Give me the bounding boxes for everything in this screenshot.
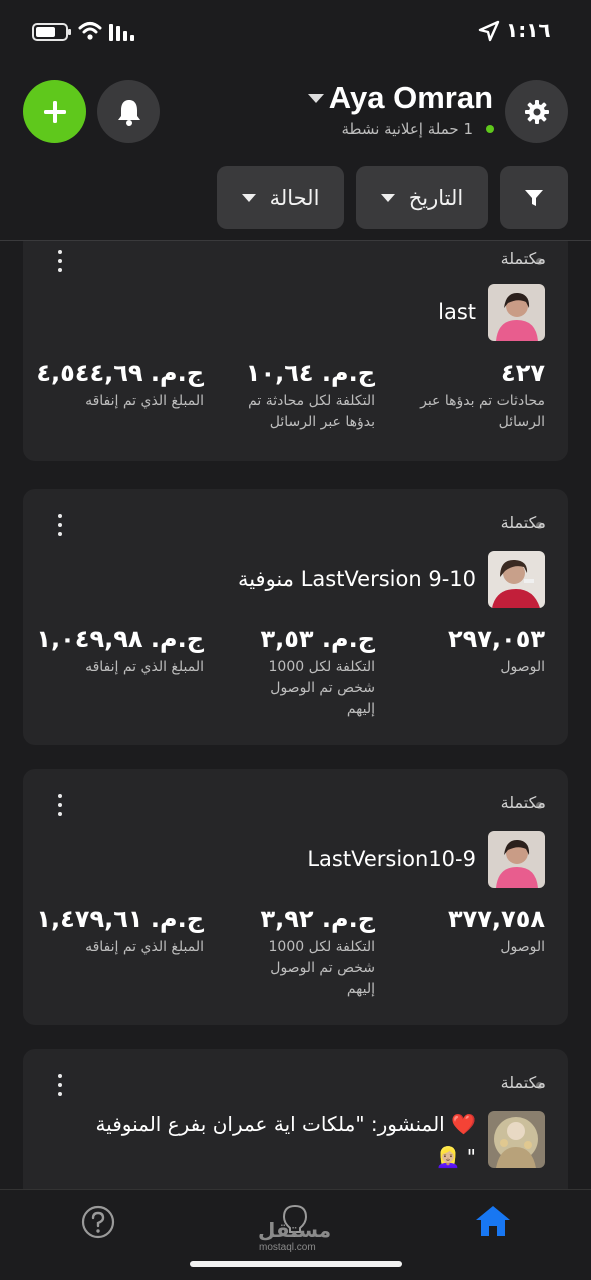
metric-label: الوصول [500, 939, 545, 955]
gear-icon [524, 99, 549, 124]
date-filter-dropdown[interactable]: التاريخ [356, 166, 488, 229]
active-campaigns-count: 1 حملة إعلانية نشطة [341, 120, 473, 138]
metric-value: ج.م. ٣,٩٢ [260, 905, 375, 933]
metric-value: ج.م. ١,٤٧٩,٦١ [36, 905, 204, 933]
campaign-card[interactable]: مكتملة منوفية LastVersion 9-10 ٢٩٧,٠٥٣ ا… [23, 489, 568, 745]
home-indicator [190, 1261, 402, 1267]
campaign-status: مكتملة [500, 249, 546, 268]
campaign-card[interactable]: مكتملة LastVersion10-9 ٣٧٧,٧٥٨ الوصول ج.… [23, 769, 568, 1025]
campaign-name[interactable]: last [438, 300, 476, 324]
notifications-button[interactable] [97, 80, 160, 143]
campaign-name-continued[interactable]: " 👱🏼‍♀️ [436, 1145, 476, 1169]
campaign-status: مكتملة [500, 1073, 546, 1092]
metric-value: ج.م. ١,٠٤٩,٩٨ [36, 625, 204, 653]
home-icon[interactable] [474, 1204, 512, 1238]
more-options-icon[interactable] [51, 514, 69, 536]
battery-icon [32, 23, 71, 41]
metric-value: ج.م. ٣,٥٣ [260, 625, 375, 653]
more-options-icon[interactable] [51, 794, 69, 816]
status-filter-dropdown[interactable]: الحالة [217, 166, 344, 229]
help-icon[interactable] [81, 1205, 115, 1239]
signal-icon [109, 24, 134, 41]
metric-label: محادثات تم بدؤها عبر الرسائل [420, 393, 545, 430]
campaign-name[interactable]: منوفية LastVersion 9-10 [238, 567, 476, 591]
campaign-card[interactable]: مكتملة last ٤٢٧ محادثات تم بدؤها عبر الر… [23, 241, 568, 461]
campaign-thumbnail [488, 284, 545, 341]
campaign-status: مكتملة [500, 793, 546, 812]
metric-value: ٣٧٧,٧٥٨ [447, 905, 545, 933]
metric-label: التكلفة لكل محادثة تم بدؤها عبر الرسائل [248, 393, 375, 430]
metric-label: المبلغ الذي تم إنفاقه [85, 939, 204, 955]
campaign-thumbnail [488, 1111, 545, 1168]
metric-value: ج.م. ١٠,٦٤ [245, 359, 375, 387]
watermark-url: mostaql.com [259, 1242, 316, 1253]
metric-value: ٢٩٧,٠٥٣ [447, 625, 545, 653]
account-name[interactable]: Aya Omran [329, 80, 493, 116]
campaign-name[interactable]: المنشور: "ملكات اية عمران بفرع المنوفية … [95, 1112, 476, 1136]
status-bar: ١:١٦ [0, 0, 591, 62]
location-arrow-icon [478, 20, 500, 42]
metric-value: ٤٢٧ [501, 359, 545, 387]
chevron-down-icon [380, 193, 395, 202]
campaign-thumbnail [488, 551, 545, 608]
campaign-name[interactable]: LastVersion10-9 [307, 847, 476, 871]
metric-value: ج.م. ٤,٥٤٤,٦٩ [36, 359, 204, 387]
bottom-nav: مستقل mostaql.com [0, 1189, 591, 1280]
more-options-icon[interactable] [51, 250, 69, 272]
wifi-icon [78, 22, 102, 40]
date-filter-label: التاريخ [408, 185, 464, 210]
metric-label: التكلفة لكل 1000 شخص تم الوصول إليهم [268, 939, 375, 997]
campaign-card[interactable]: مكتملة المنشور: "ملكات اية عمران بفرع ال… [23, 1049, 568, 1189]
add-campaign-button[interactable] [23, 80, 86, 143]
watermark-logo: مستقل [258, 1218, 332, 1242]
campaign-thumbnail [488, 831, 545, 888]
metric-label: المبلغ الذي تم إنفاقه [85, 659, 204, 675]
metric-label: الوصول [500, 659, 545, 675]
clock: ١:١٦ [506, 18, 551, 42]
metric-label: التكلفة لكل 1000 شخص تم الوصول إليهم [268, 659, 375, 717]
campaign-list[interactable]: مكتملة last ٤٢٧ محادثات تم بدؤها عبر الر… [0, 241, 591, 1189]
funnel-icon [525, 189, 543, 206]
campaign-status: مكتملة [500, 513, 546, 532]
metric-label: المبلغ الذي تم إنفاقه [85, 393, 204, 409]
more-options-icon[interactable] [51, 1074, 69, 1096]
status-filter-label: الحالة [269, 185, 320, 210]
account-switch-caret[interactable] [308, 94, 324, 103]
bell-icon [117, 99, 140, 126]
settings-button[interactable] [505, 80, 568, 143]
chevron-down-icon [241, 193, 256, 202]
active-status-dot [486, 125, 494, 133]
filter-button[interactable] [500, 166, 568, 229]
plus-icon [43, 100, 66, 123]
